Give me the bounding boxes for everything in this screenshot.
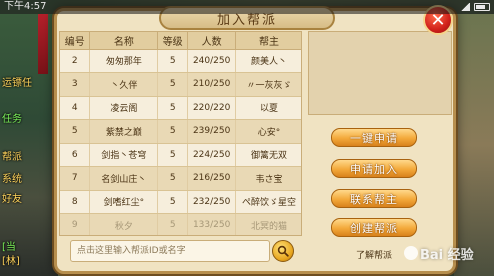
cell-leader: 韦さ宝	[235, 166, 301, 191]
cell-members: 224/250	[187, 143, 237, 167]
cell-name: 紫禁之巅	[89, 119, 159, 144]
table-header-row: 编号 名称 等级 人数 帮主	[60, 32, 301, 50]
header-members: 人数	[187, 32, 237, 50]
cell-members: 133/250	[187, 213, 237, 235]
cell-leader: ぺ醉饮ゞ星空	[235, 190, 301, 214]
cell-level: 5	[157, 190, 189, 214]
status-bar: 下午4:57	[0, 0, 494, 14]
table-row[interactable]: 5 紫禁之巅 5 239/250 心安°	[60, 119, 301, 144]
quest-tracker-label[interactable]: 运镖任	[2, 74, 32, 89]
cell-name: 丶久伴	[89, 72, 159, 97]
cell-number: 3	[60, 72, 91, 97]
header-leader: 帮主	[235, 32, 301, 50]
table-row[interactable]: 4 凌云阁 5 220/220 以夏	[60, 96, 301, 120]
cell-name: 剑指丶苍穹	[89, 143, 159, 167]
side-label-system[interactable]: 系统	[2, 170, 22, 185]
cell-level: 5	[157, 96, 189, 120]
chat-channel-label: [当	[2, 242, 16, 253]
table-row[interactable]: 7 名剑山庄丶 5 216/250 韦さ宝	[60, 166, 301, 191]
table-row[interactable]: 8 剑嗜红尘° 5 232/250 ぺ醉饮ゞ星空	[60, 190, 301, 214]
cell-level: 5	[157, 143, 189, 167]
learn-guild-link[interactable]: 了解帮派	[356, 248, 392, 261]
table-row[interactable]: 2 匆匆那年 5 240/250 颜美人丶	[60, 49, 301, 73]
watermark-text: Bai 经验	[420, 247, 474, 263]
paw-icon	[404, 246, 418, 260]
cell-leader: 北冥的猫	[235, 213, 301, 235]
cell-name: 名剑山庄丶	[89, 166, 159, 191]
cell-members: 216/250	[187, 166, 237, 191]
contact-leader-button[interactable]: 联系帮主	[331, 189, 417, 208]
cell-leader: 御篱无双	[235, 143, 301, 167]
cell-leader: 〃一灰灰ゞ	[235, 72, 301, 97]
cell-leader: 颜美人丶	[235, 49, 301, 73]
cell-number: 8	[60, 190, 91, 214]
header-level: 等级	[157, 32, 189, 50]
cell-number: 2	[60, 49, 91, 73]
chat-channel-label-2: [林]	[2, 256, 20, 267]
cell-level: 5	[157, 213, 189, 235]
cell-members: 232/250	[187, 190, 237, 214]
cell-level: 5	[157, 166, 189, 191]
cell-name: 匆匆那年	[89, 49, 159, 73]
header-name: 名称	[89, 32, 159, 50]
cell-members: 210/250	[187, 72, 237, 97]
guild-search-input[interactable]	[70, 240, 270, 262]
cell-leader: 心安°	[235, 119, 301, 144]
side-label-friend[interactable]: 好友	[2, 190, 22, 205]
red-ribbon-decoration	[38, 14, 48, 74]
cell-number: 6	[60, 143, 91, 167]
search-icon	[277, 245, 289, 257]
table-row[interactable]: 6 剑指丶苍穹 5 224/250 御篱无双	[60, 143, 301, 167]
table-row[interactable]: 3 丶久伴 5 210/250 〃一灰灰ゞ	[60, 72, 301, 97]
cell-number: 4	[60, 96, 91, 120]
guild-table: 编号 名称 等级 人数 帮主 2 匆匆那年 5 240/250 颜美人丶 3 丶…	[59, 31, 302, 236]
status-time: 下午4:57	[4, 1, 47, 12]
cell-number: 7	[60, 166, 91, 191]
table-row[interactable]: 9 秋夕 5 133/250 北冥的猫	[60, 213, 301, 235]
side-label-guild[interactable]: 帮派	[2, 148, 22, 163]
search-button[interactable]	[272, 240, 294, 262]
cell-members: 239/250	[187, 119, 237, 144]
apply-all-button[interactable]: 一键申请	[331, 128, 417, 147]
cell-level: 5	[157, 49, 189, 73]
cell-name: 秋夕	[89, 213, 159, 235]
cell-name: 剑嗜红尘°	[89, 190, 159, 214]
cell-level: 5	[157, 72, 189, 97]
cell-name: 凌云阁	[89, 96, 159, 120]
cell-number: 5	[60, 119, 91, 144]
cell-number: 9	[60, 213, 91, 235]
cell-level: 5	[157, 119, 189, 144]
cell-members: 240/250	[187, 49, 237, 73]
battery-icon	[474, 3, 490, 11]
watermark: Bai 经验	[404, 234, 494, 272]
header-number: 编号	[60, 32, 91, 50]
cell-members: 220/220	[187, 96, 237, 120]
cell-leader: 以夏	[235, 96, 301, 120]
guild-info-panel	[308, 31, 452, 115]
side-label-quest[interactable]: 任务	[2, 110, 22, 125]
game-background-left	[0, 14, 58, 276]
apply-join-button[interactable]: 申请加入	[331, 159, 417, 178]
status-icons	[460, 3, 490, 11]
signal-icon	[460, 3, 470, 11]
